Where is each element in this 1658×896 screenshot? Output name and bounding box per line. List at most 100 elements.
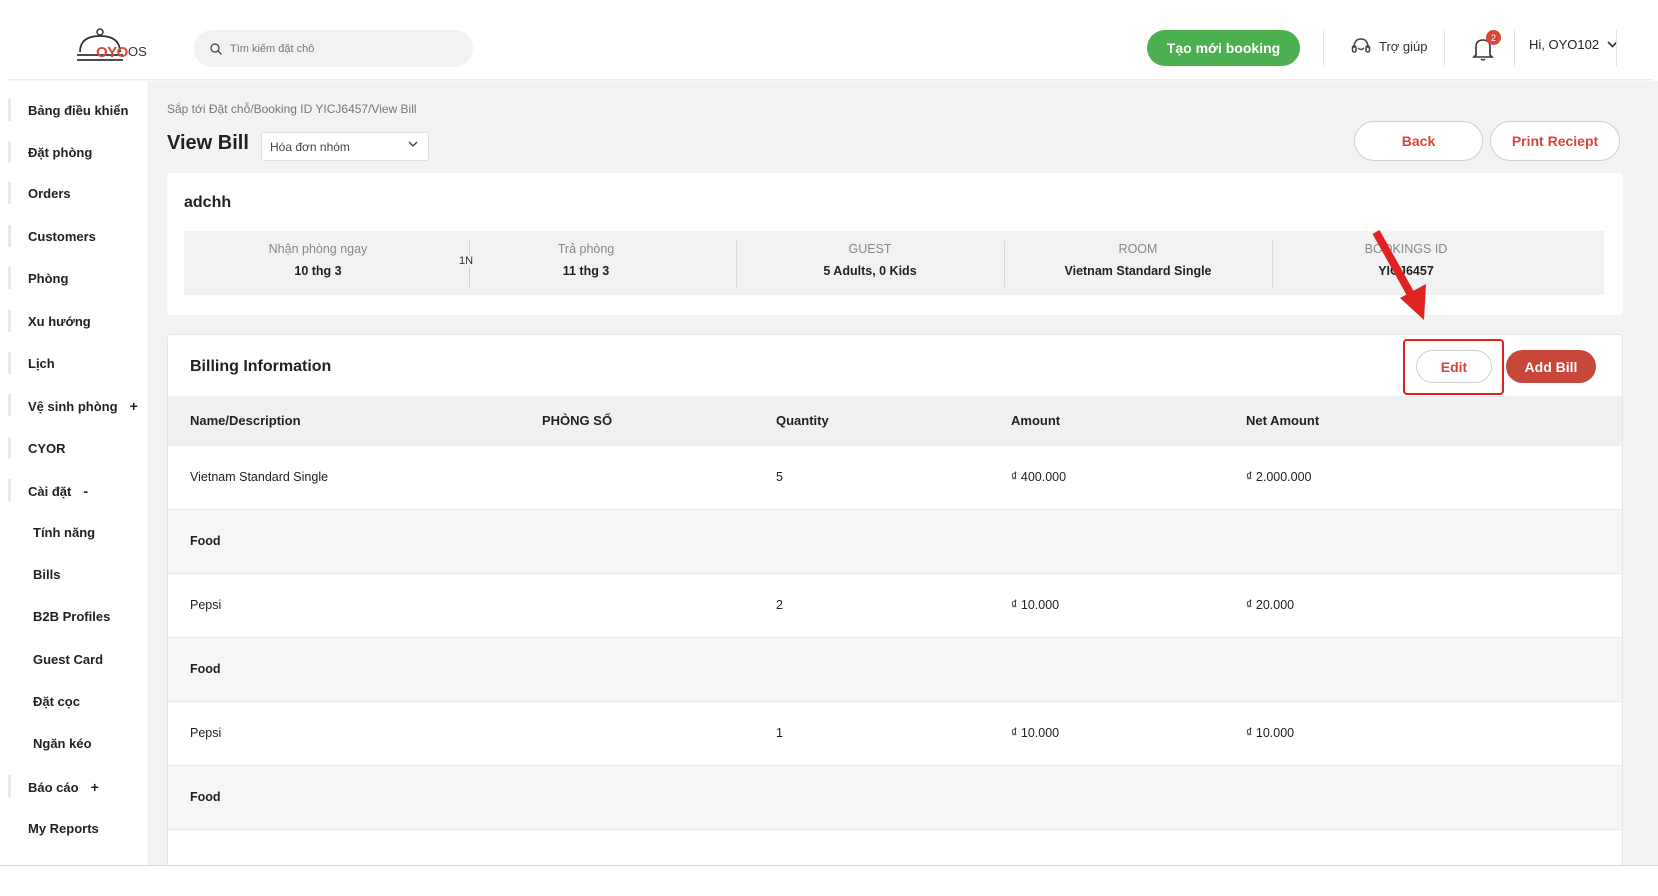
bill-type-select[interactable]: Hóa đơn nhóm [261, 132, 429, 161]
table-row: Pepsi 1 ₫ 10.000 ₫ 10.000 [168, 702, 1622, 766]
sidebar-item-drawer[interactable]: Ngăn kéo [33, 736, 92, 751]
sidebar-item-deposit[interactable]: Đặt cọc [33, 694, 80, 709]
sidebar-item-bills[interactable]: Bills [33, 567, 60, 582]
header-divider [1514, 30, 1515, 66]
table-row: Food [168, 766, 1622, 830]
column-header-name: Name/Description [190, 413, 301, 428]
column-header-net-amount: Net Amount [1246, 413, 1320, 428]
sidebar-marker [8, 437, 11, 459]
sidebar-marker [8, 267, 11, 289]
sidebar-item-label: Xu hướng [28, 314, 91, 329]
edit-button[interactable]: Edit [1416, 350, 1492, 383]
table-row: Vietnam Standard Single 5 ₫ 400.000 ₫ 2.000… [168, 446, 1622, 510]
sidebar-item-trends[interactable]: Xu hướng [28, 314, 91, 329]
sidebar-item-housekeeping[interactable]: Vệ sinh phòng + [28, 398, 138, 414]
bill-type-value: Hóa đơn nhóm [270, 139, 350, 154]
sidebar-item-label: Lịch [28, 356, 55, 371]
guest-name: adchh [184, 194, 232, 211]
search-icon [210, 42, 222, 55]
top-header: OYO OS Tạo mới booking Trợ giúp [8, 0, 1653, 80]
checkin-value: 10 thg 3 [294, 264, 342, 278]
help-link[interactable]: Trợ giúp [1351, 37, 1428, 55]
search-input[interactable] [230, 42, 450, 55]
red-arrow-icon [1372, 230, 1426, 320]
cell-amount: ₫ 400.000 [1011, 470, 1067, 484]
sidebar-item-label: Orders [28, 186, 71, 201]
sidebar-marker [8, 99, 11, 121]
table-header: Name/Description PHÒNG SỐ Quantity Amoun… [168, 396, 1622, 446]
header-divider [1616, 30, 1617, 66]
create-booking-button[interactable]: Tạo mới booking [1147, 30, 1300, 66]
sidebar-item-dashboard[interactable]: Bảng điều khiển [28, 103, 128, 118]
column-header-room: PHÒNG SỐ [542, 413, 613, 428]
back-button[interactable]: Back [1354, 121, 1483, 161]
column-header-amount: Amount [1011, 413, 1061, 428]
sidebar-marker [8, 141, 11, 163]
sidebar-item-guest-card[interactable]: Guest Card [33, 652, 103, 667]
column-header-quantity: Quantity [776, 413, 829, 428]
table-row: Pepsi 2 ₫ 10.000 ₫ 20.000 [168, 574, 1622, 638]
billing-information-card: Billing Information Edit Add Bill Name/D… [167, 334, 1623, 865]
sidebar-item-calendar[interactable]: Lịch [28, 356, 55, 371]
add-bill-button[interactable]: Add Bill [1506, 350, 1596, 383]
sidebar-marker [8, 479, 11, 501]
guest-label: GUEST [848, 242, 892, 256]
cell-name: Pepsi [190, 598, 222, 612]
cell-quantity: 5 [776, 470, 783, 484]
sidebar-item-bookings[interactable]: Đặt phòng [28, 145, 92, 160]
cell-quantity: 2 [776, 598, 783, 612]
sidebar-item-reports[interactable]: Báo cáo + [28, 779, 99, 795]
oyo-os-logo[interactable]: OYO OS [74, 28, 154, 68]
cell-net-amount: ₫ 2.000.000 [1246, 470, 1312, 484]
sidebar-item-cyor[interactable]: CYOR [28, 441, 66, 456]
sidebar-item-label: B2B Profiles [33, 609, 111, 624]
sidebar-item-my-reports[interactable]: My Reports [28, 821, 99, 836]
cell-quantity: 1 [776, 726, 783, 740]
notification-badge: 2 [1486, 30, 1501, 45]
logo-text: OYO [96, 44, 128, 61]
sidebar-item-label: Bills [33, 567, 61, 582]
user-menu[interactable]: Hi, OYO102 [1529, 37, 1618, 52]
breadcrumb[interactable]: Sắp tới Đặt chỗ/Booking ID YICJ6457/View… [167, 102, 417, 116]
logo-suffix: OS [128, 44, 147, 59]
sidebar-item-label: Ngăn kéo [33, 736, 92, 751]
headset-icon [1351, 38, 1371, 53]
sidebar-item-customers[interactable]: Customers [28, 229, 96, 244]
sidebar-item-label: CYOR [28, 441, 66, 456]
header-divider [1444, 30, 1445, 66]
app-window: OYO OS Tạo mới booking Trợ giúp [0, 0, 1658, 866]
print-receipt-button[interactable]: Print Reciept [1490, 121, 1620, 161]
expand-icon: + [90, 779, 99, 795]
sidebar-item-label: Guest Card [33, 652, 104, 667]
room-label: ROOM [1118, 242, 1158, 256]
sidebar-item-label: My Reports [28, 821, 99, 836]
checkin-label: Nhận phòng ngay [268, 242, 368, 256]
sidebar-item-b2b-profiles[interactable]: B2B Profiles [33, 609, 110, 624]
sidebar-item-label: Báo cáo [28, 779, 79, 795]
sidebar-item-label: Bảng điều khiển [28, 103, 129, 118]
sidebar-item-label: Đặt cọc [33, 694, 80, 709]
sidebar-marker [8, 352, 11, 374]
guest-column: GUEST 5 Adults, 0 Kids [736, 231, 1004, 295]
sidebar-item-label: Phòng [28, 271, 69, 286]
sidebar-item-features[interactable]: Tính năng [33, 525, 95, 540]
search-bar[interactable] [194, 30, 473, 67]
cell-net-amount: ₫ 10.000 [1246, 726, 1295, 740]
page-title: View Bill [167, 132, 249, 154]
sidebar-item-label: Vệ sinh phòng [28, 398, 118, 414]
sidebar-marker [8, 182, 11, 204]
sidebar-marker [8, 310, 11, 332]
cell-name: Food [190, 534, 221, 548]
sidebar-item-settings[interactable]: Cài đặt - [28, 483, 88, 499]
checkout-value: 11 thg 3 [562, 264, 610, 278]
header-divider [1323, 30, 1324, 66]
room-value: Vietnam Standard Single [1064, 264, 1212, 278]
checkout-column: Trả phòng 11 thg 3 [452, 231, 720, 295]
sidebar-item-label: Customers [28, 229, 96, 244]
sidebar-item-label: Đặt phòng [28, 145, 93, 160]
sidebar-item-rooms[interactable]: Phòng [28, 271, 68, 286]
cell-net-amount: ₫ 20.000 [1246, 598, 1295, 612]
sidebar-item-orders[interactable]: Orders [28, 186, 71, 201]
cell-name: Pepsi [190, 726, 222, 740]
sidebar-marker [8, 225, 11, 247]
